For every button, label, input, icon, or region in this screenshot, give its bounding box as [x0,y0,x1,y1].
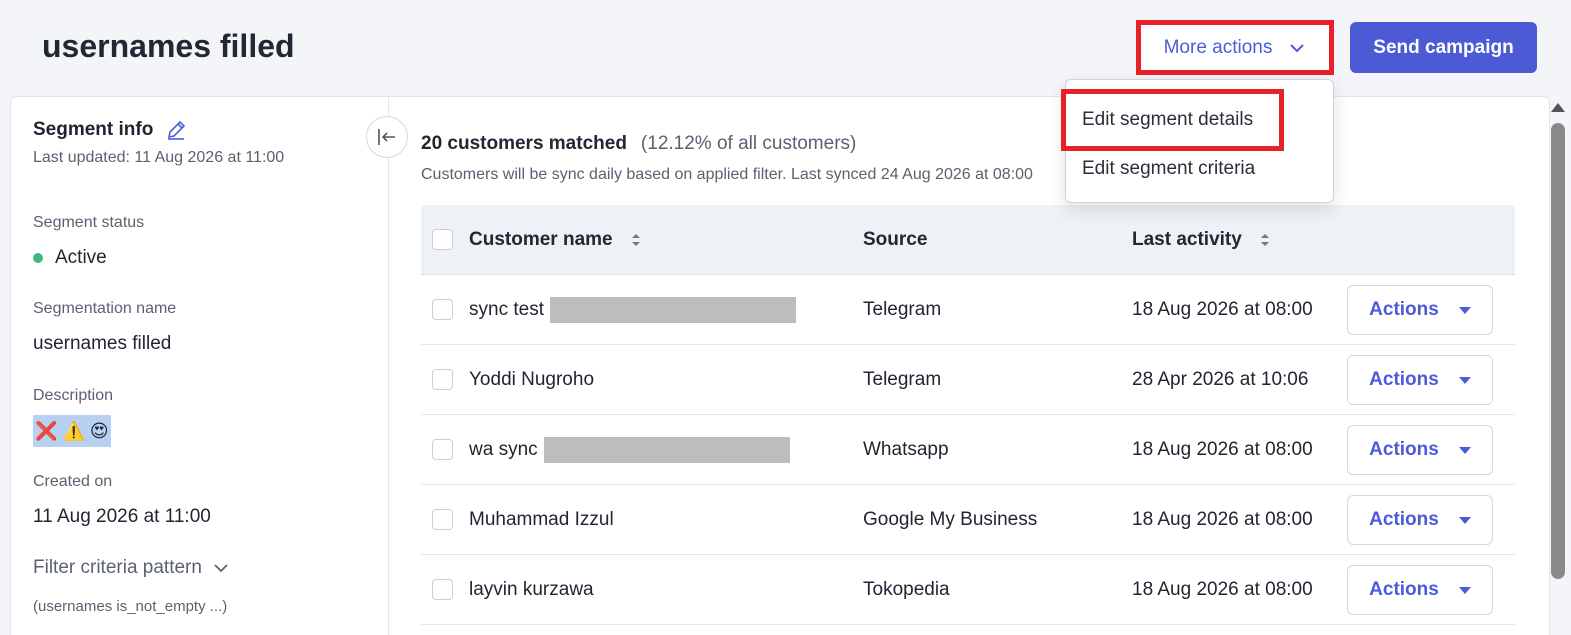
caret-down-icon [1458,306,1471,314]
source-cell: Telegram [863,299,942,320]
customer-name-cell: sync test [469,275,796,345]
matched-count: 20 customers matched [421,133,627,154]
last-activity-cell: 28 Apr 2026 at 10:06 [1132,369,1309,390]
actions-button[interactable]: Actions [1347,425,1493,475]
created-on-value: 11 Aug 2026 at 11:00 [33,506,211,527]
row-checkbox[interactable] [432,509,453,530]
last-activity-cell: 18 Aug 2026 at 08:00 [1132,439,1313,460]
actions-label: Actions [1369,509,1439,530]
created-on-label: Created on [33,473,113,490]
header-source: Source [863,229,928,250]
pencil-edit-icon[interactable] [165,119,187,141]
caret-down-icon [1458,586,1471,594]
table-row: layvin kurzawa Tokopedia 18 Aug 2026 at … [421,555,1515,625]
segment-info-header: Segment info [33,119,187,141]
cross-mark-emoji: ❌ [35,420,58,441]
row-checkbox[interactable] [432,369,453,390]
redacted-block [549,297,796,323]
scrollbar-thumb[interactable] [1551,123,1565,579]
chevron-down-icon [1290,43,1305,52]
actions-label: Actions [1369,369,1439,390]
table-header: Customer name Source Last activity [421,205,1515,275]
more-actions-label: More actions [1163,36,1273,58]
row-checkbox[interactable] [432,579,453,600]
actions-label: Actions [1369,439,1439,460]
header-customer-name[interactable]: Customer name [469,205,641,275]
segment-info-panel: Segment info Last updated: 11 Aug 2026 a… [10,96,388,635]
segmentation-name-value: usernames filled [33,333,172,354]
customer-name: Muhammad Izzul [469,509,614,530]
sync-note: Customers will be sync daily based on ap… [421,166,1033,183]
header-last-activity[interactable]: Last activity [1132,205,1270,275]
more-actions-button[interactable]: More actions [1136,20,1334,75]
segment-info-title: Segment info [33,119,154,140]
last-activity-cell: 18 Aug 2026 at 08:00 [1132,579,1313,600]
header-customer-name-label: Customer name [469,229,613,250]
customer-name: Yoddi Nugroho [469,369,595,390]
customer-name-cell: wa sync [469,415,790,485]
scroll-up-arrow-icon[interactable] [1551,103,1565,112]
heart-eyes-emoji: 😍 [89,420,109,441]
last-updated: Last updated: 11 Aug 2026 at 11:00 [33,149,285,166]
table-row: wa sync Whatsapp 18 Aug 2026 at 08:00 Ac… [421,415,1515,485]
segment-status: Active [33,247,107,269]
chevron-down-icon [214,564,228,573]
select-all-checkbox[interactable] [432,229,453,250]
caret-down-icon [1458,376,1471,384]
sort-icon[interactable] [1260,232,1270,248]
caret-down-icon [1458,446,1471,454]
menu-item-edit-segment-criteria[interactable]: Edit segment criteria [1082,158,1255,180]
source-cell: Google My Business [863,509,1038,530]
description-label: Description [33,387,114,404]
menu-item-edit-segment-details[interactable]: Edit segment details [1082,109,1253,131]
warning-emoji: ⚠️ [62,420,86,441]
source-cell: Whatsapp [863,439,949,460]
customer-name: wa sync [469,439,538,460]
table-row: sync test Telegram 18 Aug 2026 at 08:00 … [421,275,1515,345]
segmentation-name-label: Segmentation name [33,300,177,317]
customers-panel: 20 customers matched (12.12% of all custo… [388,96,1550,635]
actions-button[interactable]: Actions [1347,355,1493,405]
actions-label: Actions [1369,299,1439,320]
table-row: Muhammad Izzul Google My Business 18 Aug… [421,485,1515,555]
segment-status-label: Segment status [33,214,145,231]
more-actions-menu: Edit segment details Edit segment criter… [1065,79,1334,203]
filter-criteria-label: Filter criteria pattern [33,557,202,578]
row-checkbox[interactable] [432,439,453,460]
last-activity-cell: 18 Aug 2026 at 08:00 [1132,509,1313,530]
customer-name: sync test [469,299,544,320]
matched-summary: 20 customers matched (12.12% of all custo… [421,133,856,155]
send-campaign-button[interactable]: Send campaign [1350,22,1537,73]
source-cell: Tokopedia [863,579,950,600]
actions-label: Actions [1369,579,1439,600]
customers-table: Customer name Source Last activity sync … [421,205,1515,625]
caret-down-icon [1458,516,1471,524]
actions-button[interactable]: Actions [1347,285,1493,335]
actions-button[interactable]: Actions [1347,565,1493,615]
redacted-block [543,437,790,463]
status-dot-icon [33,252,43,263]
page-title: usernames filled [42,28,295,64]
actions-button[interactable]: Actions [1347,495,1493,545]
filter-criteria-toggle[interactable]: Filter criteria pattern [33,557,230,579]
header-last-activity-label: Last activity [1132,229,1242,250]
row-checkbox[interactable] [432,299,453,320]
collapse-panel-button[interactable] [366,116,408,158]
description-value: ❌ ⚠️ 😍 [33,415,111,447]
collapse-left-icon [378,129,395,145]
segment-status-value: Active [55,247,107,268]
filter-criteria-value: (usernames is_not_empty ...) [33,598,228,615]
sort-icon[interactable] [631,232,641,248]
last-activity-cell: 18 Aug 2026 at 08:00 [1132,299,1313,320]
source-cell: Telegram [863,369,942,390]
customer-name: layvin kurzawa [469,579,594,600]
table-row: Yoddi Nugroho Telegram 28 Apr 2026 at 10… [421,345,1515,415]
matched-percentage: (12.12% of all customers) [640,133,857,154]
